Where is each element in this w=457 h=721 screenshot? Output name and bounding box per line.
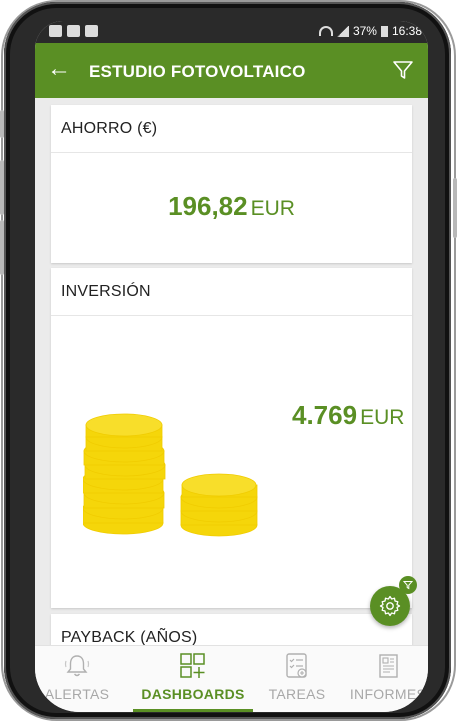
nav-item-tareas[interactable]: TAREAS — [257, 646, 337, 712]
ahorro-value-row: 196,82 EUR — [51, 191, 412, 222]
nav-item-alertas[interactable]: ALERTAS — [35, 646, 127, 712]
inversion-unit: EUR — [360, 406, 405, 429]
nav-label-dashboards: DASHBOARDS — [141, 686, 245, 702]
tasks-icon — [286, 653, 307, 678]
active-tab-indicator — [133, 709, 253, 712]
bixby-button — [0, 220, 4, 275]
app-screen: 37% 16:38 ← ESTUDIO FOTOVOLTAICO AHORRO … — [35, 21, 428, 712]
clock: 16:38 — [391, 24, 422, 38]
inversion-value: 4.769 — [292, 400, 358, 430]
image-notification-icon — [67, 25, 80, 37]
ahorro-card-title: AHORRO (€) — [51, 105, 412, 153]
notification-icon — [49, 25, 62, 37]
bell-icon — [64, 655, 90, 677]
filter-small-icon — [403, 581, 413, 590]
status-system-icons: 37% 16:38 — [318, 24, 422, 38]
signal-icon — [336, 25, 349, 37]
wifi-icon — [318, 26, 333, 36]
reports-icon — [379, 654, 398, 678]
inversion-card-title: INVERSIÓN — [51, 268, 412, 316]
nav-label-tareas: TAREAS — [268, 686, 326, 702]
dashboard-icon — [180, 653, 205, 678]
power-button — [453, 178, 457, 238]
facebook-icon — [85, 25, 98, 37]
app-bar: ← ESTUDIO FOTOVOLTAICO — [35, 43, 428, 98]
volume-down-button — [0, 160, 4, 215]
page-title: ESTUDIO FOTOVOLTAICO — [89, 62, 306, 81]
status-bar: 37% 16:38 — [35, 21, 428, 43]
ahorro-value: 196,82 — [168, 191, 248, 221]
inversion-value-row: 4.769 EUR — [292, 400, 404, 431]
battery-percent: 37% — [352, 24, 377, 38]
filter-badge[interactable] — [399, 576, 417, 594]
volume-up-button — [0, 110, 4, 138]
status-notification-icons — [49, 25, 98, 37]
nav-label-informes: INFORMES — [349, 686, 427, 702]
back-arrow-icon[interactable]: ← — [47, 57, 71, 81]
battery-icon — [380, 25, 388, 37]
bottom-navigation: ALERTAS DASHBOARDS TAREAS INFORMES — [35, 645, 428, 712]
nav-label-alertas: ALERTAS — [44, 686, 110, 702]
ahorro-card[interactable]: AHORRO (€) 196,82 EUR — [51, 105, 412, 263]
filter-icon[interactable] — [392, 59, 414, 81]
nav-item-dashboards[interactable]: DASHBOARDS — [133, 646, 253, 712]
inversion-card[interactable]: INVERSIÓN 4.769 EUR — [51, 268, 412, 608]
coins-icon — [83, 413, 258, 537]
ahorro-unit: EUR — [250, 197, 295, 220]
nav-item-informes[interactable]: INFORMES — [343, 646, 428, 712]
gear-icon — [379, 595, 401, 617]
